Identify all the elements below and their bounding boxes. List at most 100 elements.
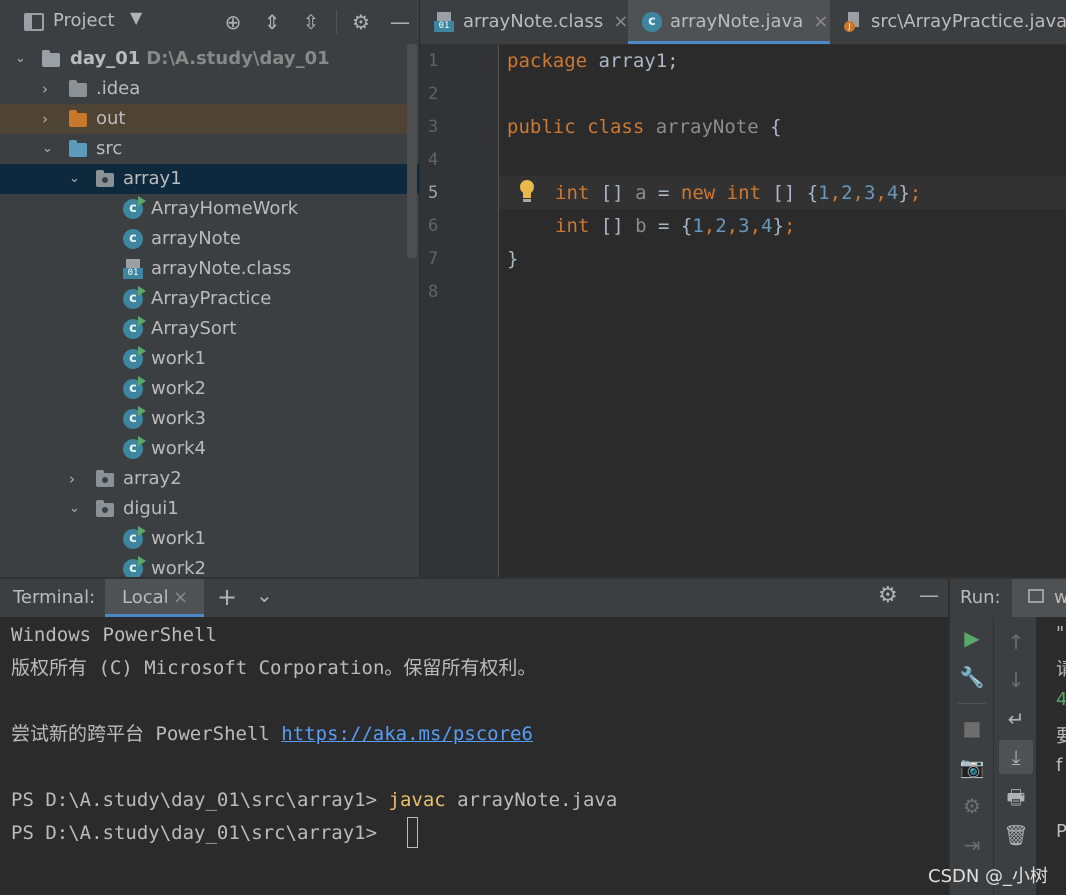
camera-icon[interactable]: 📷	[957, 752, 987, 782]
locate-file-icon[interactable]: ⊕	[218, 0, 248, 44]
run-title: Run:	[960, 587, 1001, 608]
chevron-down-icon[interactable]: ▼	[130, 8, 142, 27]
tree-item-class-file[interactable]: 01 arrayNote.class	[0, 254, 419, 284]
tree-item-label: work2	[151, 378, 207, 399]
chevron-down-icon[interactable]: ⌄	[256, 583, 273, 607]
tree-item-class[interactable]: c work3	[0, 404, 419, 434]
pscore-link[interactable]: https://aka.ms/pscore6	[281, 723, 533, 745]
tab-arraynote-class[interactable]: 01 arrayNote.class ×	[420, 0, 628, 44]
terminal-title: Terminal:	[13, 587, 96, 608]
tab-local[interactable]: Local ×	[105, 579, 204, 617]
close-icon[interactable]: ×	[173, 587, 188, 608]
expand-all-icon[interactable]: ⇕	[257, 0, 287, 44]
runnable-class-icon: c	[123, 346, 146, 369]
terminal-line: PS D:\A.study\day_01\src\array1> javac a…	[11, 789, 618, 811]
tree-item-class[interactable]: c work1	[0, 344, 419, 374]
tree-item-day01[interactable]: ⌄ day_01 D:\A.study\day_01	[0, 44, 419, 74]
arrow-up-icon[interactable]: ↑	[1001, 627, 1031, 657]
run-tab[interactable]: w	[1012, 579, 1066, 617]
chevron-down-icon[interactable]: ⌄	[42, 142, 56, 156]
project-view-icon[interactable]	[24, 13, 44, 31]
settings-icon[interactable]: ⚙	[957, 791, 987, 821]
tree-item-class[interactable]: c work2	[0, 374, 419, 404]
run-console-toolbar: ↑ ↓ ↵ ⤓ 🖶 🗑	[993, 617, 1037, 895]
line-number: 6	[428, 216, 439, 236]
project-tree: ⌄ day_01 D:\A.study\day_01 › .idea › out …	[0, 44, 419, 577]
tree-item-label: work2	[151, 558, 207, 577]
close-icon[interactable]: ×	[813, 11, 828, 32]
run-toolbar: ▶ 🔧 ■ 📷 ⚙ ⇥	[949, 617, 994, 895]
tree-item-label: out	[96, 108, 126, 129]
tab-arraypractice-java[interactable]: J src\ArrayPractice.java	[832, 0, 1066, 44]
runnable-class-icon: c	[123, 526, 146, 549]
class-icon: c	[642, 12, 662, 32]
wrench-icon[interactable]: 🔧	[957, 662, 987, 692]
stop-icon[interactable]: ■	[957, 713, 987, 743]
lightbulb-icon[interactable]	[519, 180, 535, 204]
line-number: 3	[428, 117, 439, 137]
code-line: package array1;	[507, 50, 679, 72]
chevron-right-icon[interactable]: ›	[42, 82, 56, 97]
terminal-line: 尝试新的跨平台 PowerShell https://aka.ms/pscore…	[11, 723, 533, 745]
tree-item-digui1[interactable]: ⌄ digui1	[0, 494, 419, 524]
tree-item-label: ArrayHomeWork	[151, 198, 299, 219]
chevron-down-icon[interactable]: ⌄	[69, 172, 83, 186]
print-icon[interactable]: 🖶	[1001, 782, 1031, 812]
collapse-all-icon[interactable]: ⇳	[296, 0, 326, 44]
tab-label: src\ArrayPractice.java	[871, 11, 1066, 32]
run-icon[interactable]: ▶	[957, 623, 987, 653]
tree-item-class[interactable]: c arrayNote	[0, 224, 419, 254]
chevron-right-icon[interactable]: ›	[69, 472, 83, 487]
tree-item-array2[interactable]: › array2	[0, 464, 419, 494]
line-number: 7	[428, 249, 439, 269]
run-output[interactable]: " 请 4 要 f P	[1036, 617, 1066, 895]
class-icon: c	[123, 229, 143, 249]
project-view-title[interactable]: Project	[53, 10, 115, 31]
hide-panel-icon[interactable]: —	[919, 583, 939, 607]
tree-item-label: arrayNote.class	[151, 258, 292, 279]
source-folder-icon	[69, 140, 87, 157]
line-number: 4	[428, 150, 439, 170]
tree-item-label: day_01 D:\A.study\day_01	[70, 48, 330, 69]
run-output-line: "	[1056, 623, 1065, 644]
tree-item-label: ArraySort	[151, 318, 237, 339]
trash-icon[interactable]: 🗑	[1001, 820, 1031, 850]
code-line: int [] b = {1,2,3,4};	[555, 215, 796, 237]
line-number: 2	[428, 84, 439, 104]
tree-item-class[interactable]: c ArrayHomeWork	[0, 194, 419, 224]
tree-item-class[interactable]: c work2	[0, 554, 419, 577]
class-file-icon: 01	[434, 12, 454, 32]
login-icon[interactable]: ⇥	[957, 830, 987, 860]
terminal-line: Windows PowerShell	[11, 624, 217, 646]
chevron-down-icon[interactable]: ⌄	[15, 52, 29, 66]
chevron-right-icon[interactable]: ›	[42, 112, 56, 127]
scroll-to-end-icon[interactable]: ⤓	[999, 740, 1033, 774]
package-icon	[96, 500, 114, 517]
tree-item-label: arrayNote	[151, 228, 241, 249]
tree-item-label: digui1	[123, 498, 179, 519]
tree-item-src[interactable]: ⌄ src	[0, 134, 419, 164]
tree-item-class[interactable]: c work4	[0, 434, 419, 464]
add-tab-icon[interactable]: +	[217, 583, 237, 611]
tree-item-array1[interactable]: ⌄ array1	[0, 164, 419, 194]
arrow-down-icon[interactable]: ↓	[1001, 665, 1031, 695]
gear-icon[interactable]: ⚙	[878, 583, 898, 608]
hide-panel-icon[interactable]: —	[385, 0, 415, 44]
tree-item-out[interactable]: › out	[0, 104, 407, 134]
tree-item-class[interactable]: c ArraySort	[0, 314, 419, 344]
tree-item-label: work1	[151, 348, 207, 369]
package-icon	[96, 470, 114, 487]
tree-item-label: ArrayPractice	[151, 288, 272, 309]
tree-item-label: work1	[151, 528, 207, 549]
tree-item-class[interactable]: c ArrayPractice	[0, 284, 419, 314]
excluded-folder-icon	[69, 110, 87, 127]
tree-item-class[interactable]: c work1	[0, 524, 419, 554]
close-icon[interactable]: ×	[613, 11, 628, 32]
tab-arraynote-java[interactable]: c arrayNote.java ×	[628, 0, 830, 44]
line-number: 5	[428, 183, 439, 203]
chevron-down-icon[interactable]: ⌄	[69, 502, 83, 516]
soft-wrap-icon[interactable]: ↵	[1001, 704, 1031, 734]
gear-icon[interactable]: ⚙	[346, 0, 376, 44]
project-tree-scrollbar[interactable]	[407, 44, 417, 258]
tree-item-idea[interactable]: › .idea	[0, 74, 419, 104]
